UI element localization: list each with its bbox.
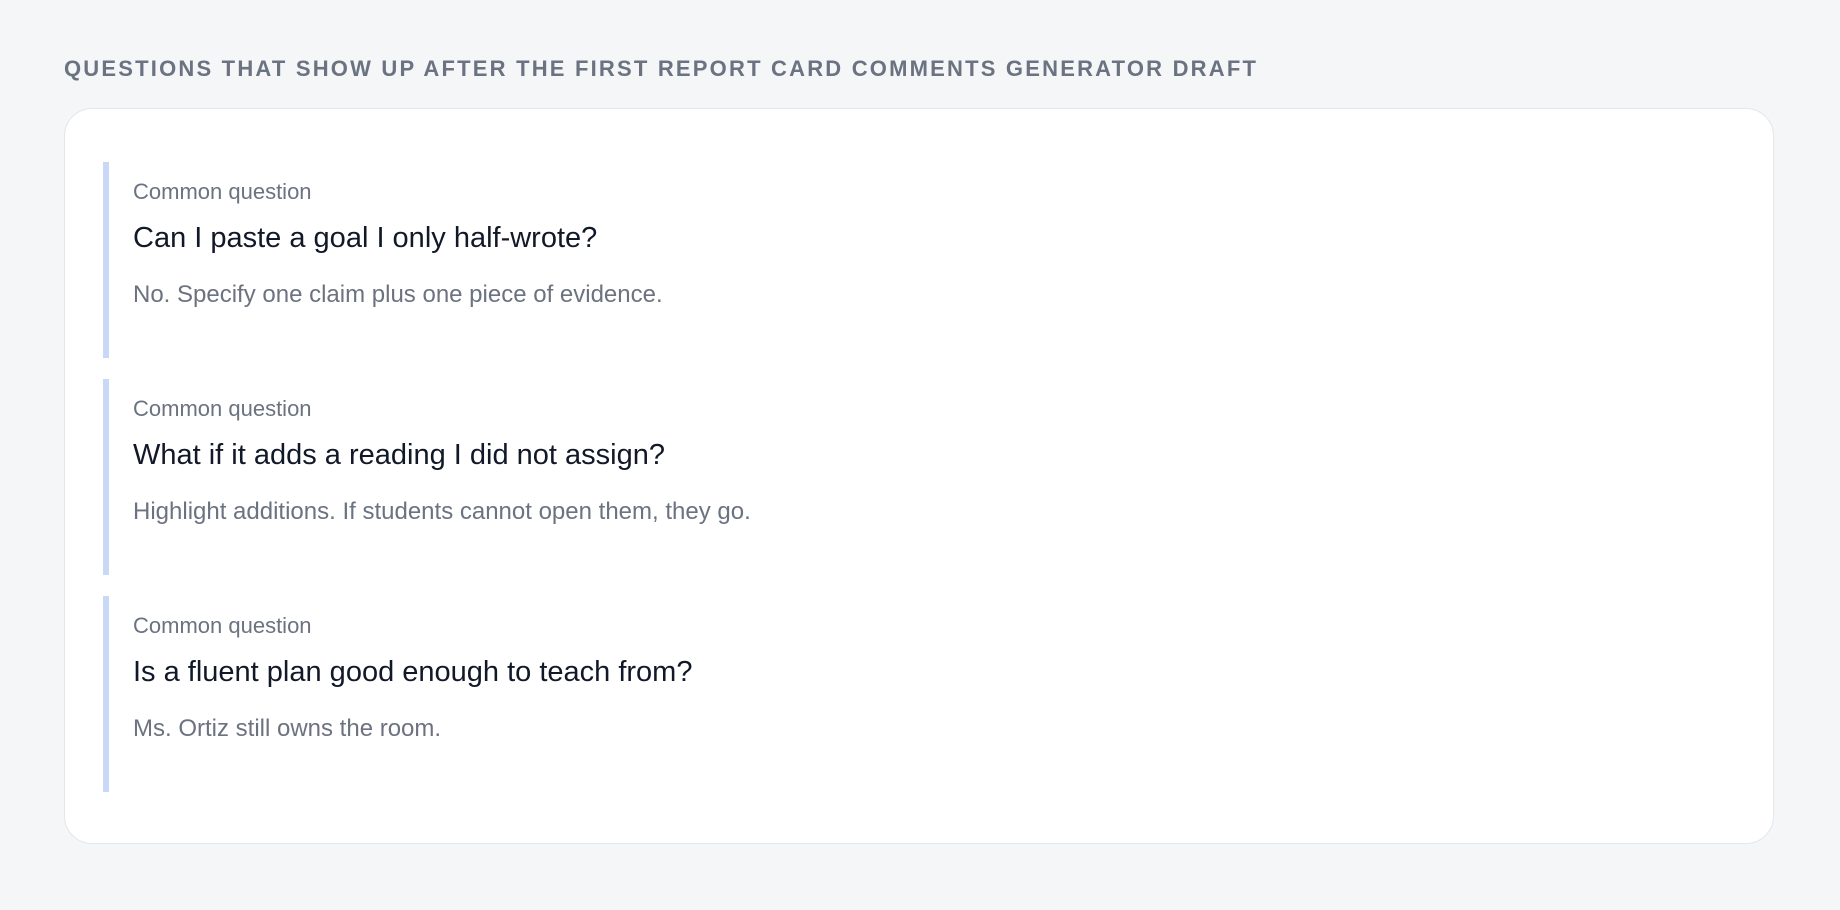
faq-card: Common question Can I paste a goal I onl… — [64, 108, 1774, 844]
faq-answer: Ms. Ortiz still owns the room. — [133, 715, 442, 742]
section-heading: Questions that show up after the first r… — [64, 56, 1259, 81]
faq-kicker: Common question — [133, 179, 312, 204]
faq-item: Common question Is a fluent plan good en… — [103, 596, 1737, 792]
faq-kicker: Common question — [133, 396, 312, 421]
faq-item: Common question What if it adds a readin… — [103, 379, 1737, 575]
faq-item: Common question Can I paste a goal I onl… — [103, 162, 1737, 358]
faq-answer: Highlight additions. If students cannot … — [133, 498, 751, 525]
faq-question: What if it adds a reading I did not assi… — [133, 439, 665, 471]
faq-question: Can I paste a goal I only half-wrote? — [133, 222, 598, 254]
faq-answer: No. Specify one claim plus one piece of … — [133, 281, 663, 308]
faq-kicker: Common question — [133, 613, 312, 638]
faq-question: Is a fluent plan good enough to teach fr… — [133, 656, 693, 688]
